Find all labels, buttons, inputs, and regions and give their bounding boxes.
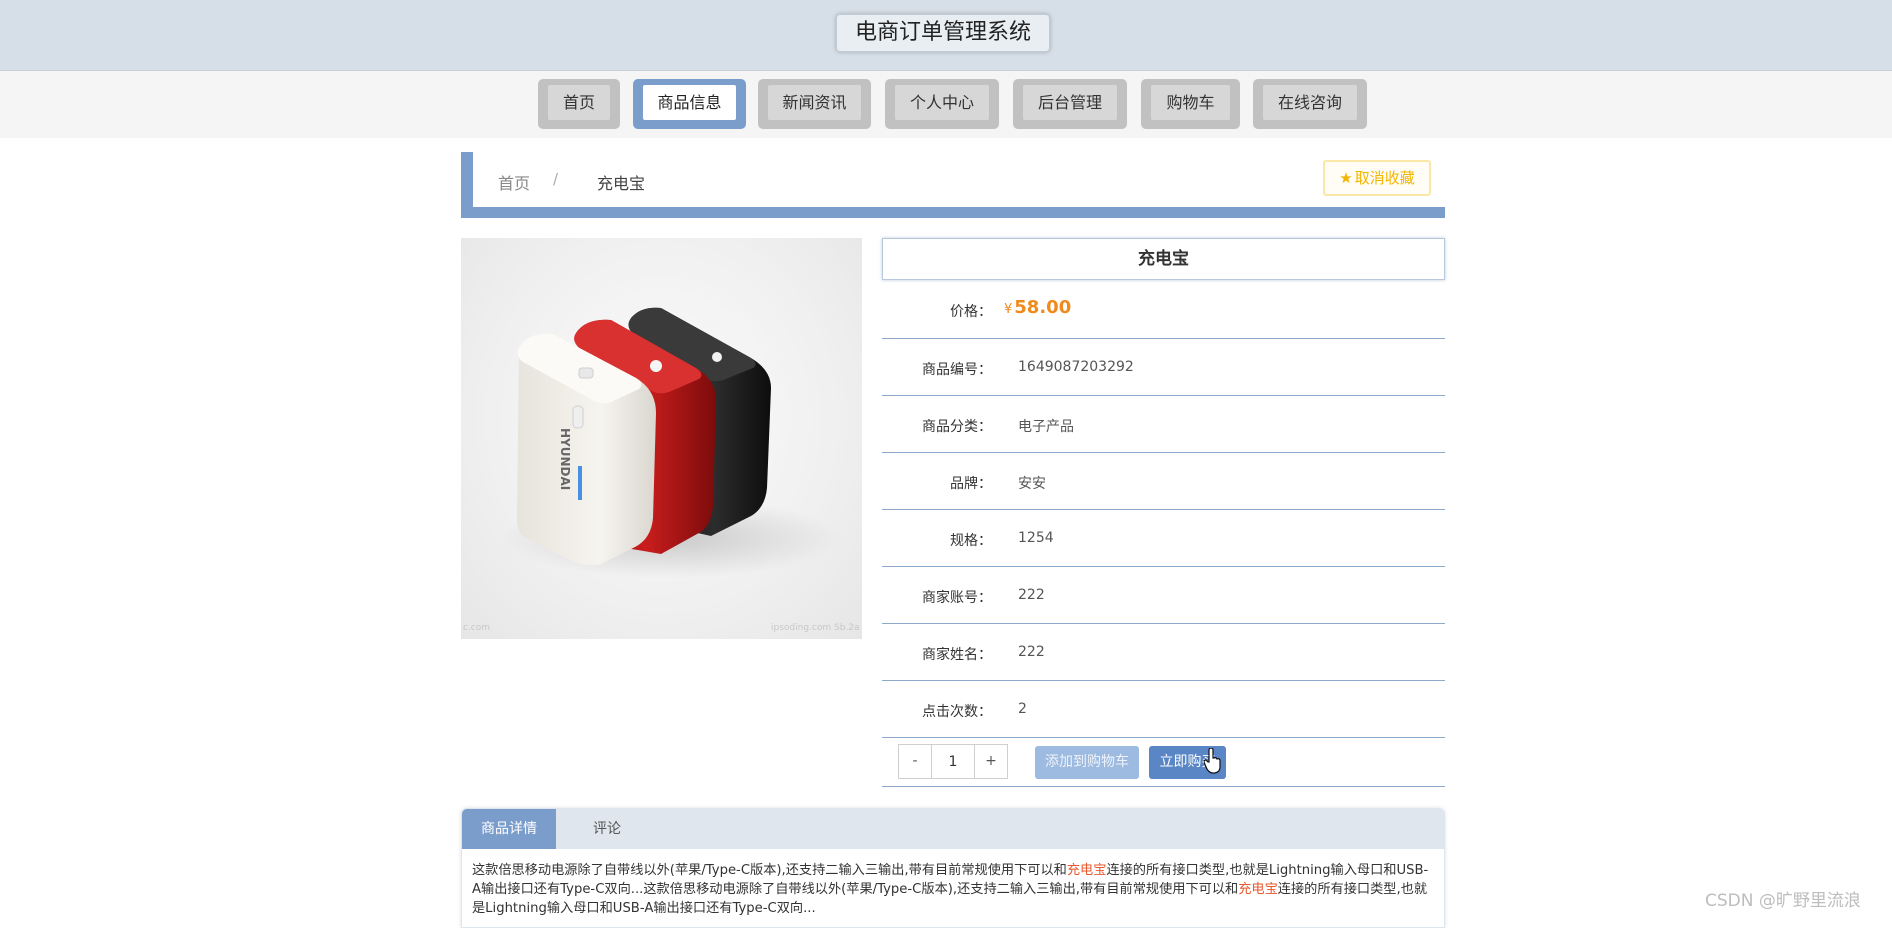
detail-tab-bar: 商品详情 评论 <box>462 809 1444 849</box>
nav-tab-admin[interactable]: 后台管理 <box>1013 79 1127 129</box>
power-bank-brand-text: HYUNDAI <box>558 428 572 490</box>
nav-tab-label: 在线咨询 <box>1263 85 1357 120</box>
unfavorite-button[interactable]: ★ 取消收藏 <box>1323 160 1431 196</box>
tab-comments[interactable]: 评论 <box>572 809 642 849</box>
nav-tab-label: 购物车 <box>1151 85 1230 120</box>
field-label: 商家姓名： <box>922 647 992 663</box>
nav-tab-products[interactable]: 商品信息 <box>633 79 746 129</box>
field-label: 规格： <box>950 533 992 549</box>
field-value: 222 <box>1018 644 1045 660</box>
breadcrumb-current: 充电宝 <box>597 174 646 193</box>
field-value: 222 <box>1018 587 1045 603</box>
info-row-merchant-name: 商家姓名： 222 <box>882 624 1445 681</box>
info-row-merchant-account: 商家账号： 222 <box>882 567 1445 624</box>
field-value: 安安 <box>1018 476 1046 492</box>
quantity-increase-button[interactable]: + <box>974 744 1008 779</box>
tab-product-details[interactable]: 商品详情 <box>462 809 556 849</box>
quantity-input[interactable] <box>932 744 974 779</box>
info-row-click-count: 点击次数： 2 <box>882 681 1445 738</box>
field-value: 1649087203292 <box>1018 359 1134 375</box>
field-label: 点击次数： <box>922 704 992 720</box>
description-keyword: 充电宝 <box>1238 882 1278 897</box>
product-detail-card: 商品详情 评论 这款倍思移动电源除了自带线以外(苹果/Type-C版本),还支持… <box>461 808 1445 928</box>
star-icon: ★ <box>1339 169 1353 187</box>
product-image: HYUNDAI c.com ipsoding.com Sb.2a <box>461 238 862 639</box>
nav-tab-news[interactable]: 新闻资讯 <box>758 79 871 129</box>
description-keyword: 充电宝 <box>1066 863 1107 878</box>
currency-symbol: ¥ <box>1004 302 1013 317</box>
breadcrumb-home-link[interactable]: 首页 <box>498 170 530 194</box>
description-text: 这款倍思移动电源除了自带线以外(苹果/Type-C版本),还支持二输入三输出,带… <box>472 863 1067 878</box>
price-value: ¥58.00 <box>1004 297 1071 318</box>
nav-tab-online-consult[interactable]: 在线咨询 <box>1253 79 1367 129</box>
info-row-brand: 品牌： 安安 <box>882 453 1445 510</box>
csdn-watermark: CSDN @旷野里流浪 <box>1705 891 1861 911</box>
image-watermark-right: ipsoding.com Sb.2a <box>771 623 860 633</box>
nav-tab-home[interactable]: 首页 <box>538 79 620 129</box>
breadcrumb-bar: 首页 / 充电宝 ★ 取消收藏 <box>461 152 1445 218</box>
field-label: 商品分类： <box>922 419 992 435</box>
nav-tab-label: 新闻资讯 <box>768 85 861 120</box>
product-description: 这款倍思移动电源除了自带线以外(苹果/Type-C版本),还支持二输入三输出,带… <box>472 861 1432 918</box>
breadcrumb: 首页 / 充电宝 ★ 取消收藏 <box>473 152 1445 207</box>
nav-tab-label: 后台管理 <box>1023 85 1117 120</box>
field-value: 电子产品 <box>1018 419 1074 435</box>
nav-tab-personal-center[interactable]: 个人中心 <box>885 79 999 129</box>
nav-tab-cart[interactable]: 购物车 <box>1141 79 1240 129</box>
price-row: 价格： ¥58.00 <box>882 280 1445 339</box>
field-label: 品牌： <box>950 476 992 492</box>
field-label: 商家账号： <box>922 590 992 606</box>
power-bank-illustration: HYUNDAI c.com ipsoding.com Sb.2a <box>463 307 860 633</box>
field-value: 1254 <box>1018 530 1054 546</box>
hand-pointer-icon <box>1204 748 1221 774</box>
field-label: 商品编号： <box>922 362 992 378</box>
top-header: 电商订单管理系统 <box>0 0 1892 71</box>
nav-tab-label: 个人中心 <box>895 85 989 120</box>
quantity-decrease-button[interactable]: - <box>898 744 932 779</box>
info-row-product-id: 商品编号： 1649087203292 <box>882 339 1445 396</box>
nav-tab-label: 商品信息 <box>643 85 736 120</box>
breadcrumb-separator: / <box>553 170 559 188</box>
unfavorite-label: 取消收藏 <box>1354 169 1415 187</box>
info-row-category: 商品分类： 电子产品 <box>882 396 1445 453</box>
nav-tab-label: 首页 <box>548 85 610 120</box>
product-name: 充电宝 <box>882 238 1445 280</box>
add-to-cart-button[interactable]: 添加到购物车 <box>1035 746 1139 779</box>
site-title: 电商订单管理系统 <box>836 14 1050 52</box>
price-label: 价格： <box>950 304 992 320</box>
field-value: 2 <box>1018 701 1027 717</box>
image-watermark-left: c.com <box>463 623 490 633</box>
price-amount: 58.00 <box>1014 297 1072 318</box>
info-row-spec: 规格： 1254 <box>882 510 1445 567</box>
